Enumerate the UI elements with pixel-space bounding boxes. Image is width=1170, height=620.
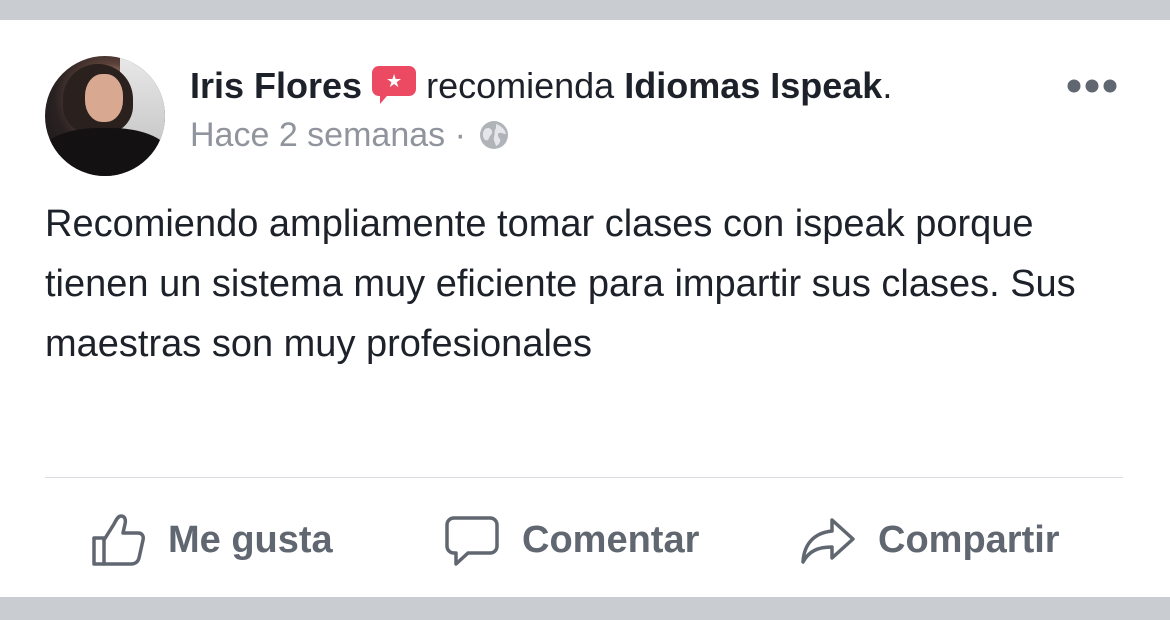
author-avatar[interactable] [45, 56, 165, 176]
action-bar: Me gusta Comentar Compartir [0, 510, 1170, 570]
meta-separator: · [454, 116, 466, 154]
comment-label: Comentar [522, 518, 700, 561]
more-options-icon[interactable] [1066, 78, 1118, 94]
recommend-verb: recomienda [426, 65, 615, 106]
share-arrow-icon [801, 518, 855, 564]
like-button[interactable]: Me gusta [90, 510, 333, 570]
post-card: Iris Flores ★ recomienda Idiomas Ispeak. H… [0, 20, 1170, 597]
like-label: Me gusta [168, 518, 333, 561]
comment-bubble-icon [445, 516, 499, 566]
share-label: Compartir [878, 518, 1060, 561]
actions-divider [45, 477, 1123, 478]
page-name-link[interactable]: Idiomas Ispeak [624, 65, 882, 106]
post-meta: Hace 2 semanas · [190, 115, 509, 155]
post-timestamp[interactable]: Hace 2 semanas [190, 116, 445, 154]
post-body-text: Recomiendo ampliamente tomar clases con … [45, 203, 1076, 365]
thumbs-up-icon [92, 514, 145, 566]
comment-button[interactable]: Comentar [444, 510, 699, 570]
recommendation-star-icon: ★ [372, 66, 417, 104]
post-headline: Iris Flores ★ recomienda Idiomas Ispeak. [190, 66, 892, 106]
page-suffix: . [882, 65, 893, 106]
author-name[interactable]: Iris Flores [190, 65, 362, 106]
globe-icon [480, 121, 509, 149]
share-button[interactable]: Compartir [800, 510, 1060, 570]
